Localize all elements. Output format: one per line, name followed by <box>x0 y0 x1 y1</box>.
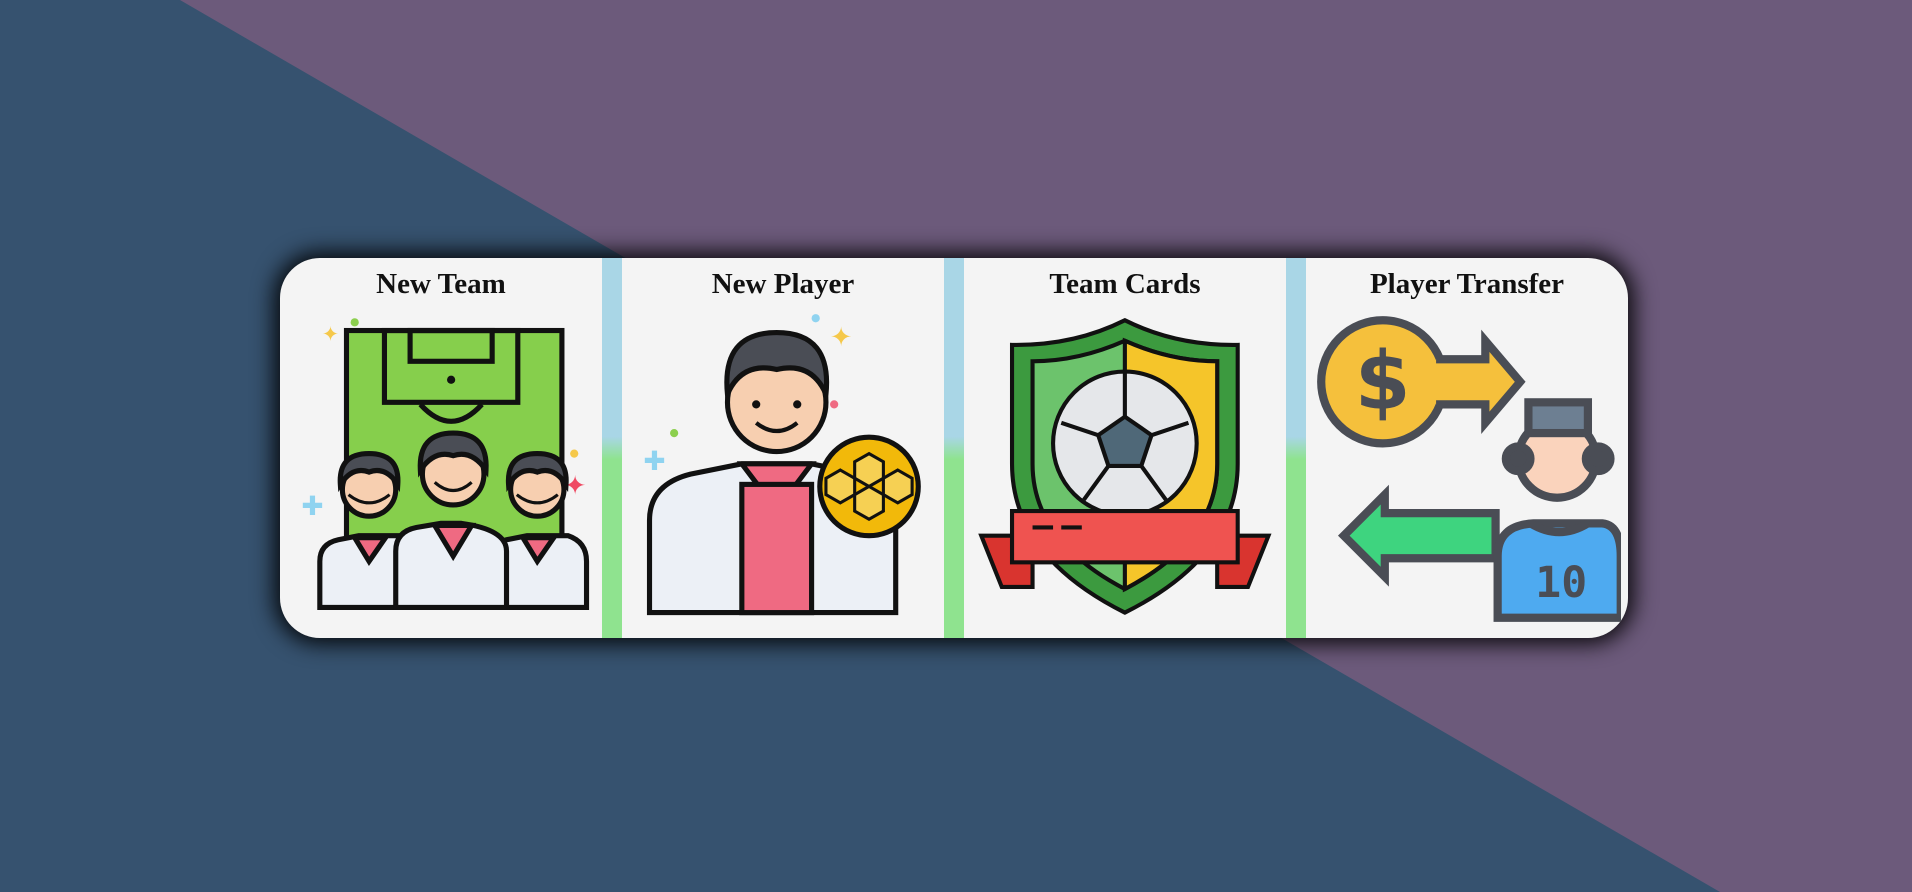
badge-icon <box>978 317 1272 615</box>
card-title: New Team <box>376 268 506 300</box>
new-player-card[interactable]: New Player ✚ ✦ ✦ <box>622 258 944 638</box>
transfer-icon: $ 10 <box>1317 316 1621 622</box>
team-icon: ✦ ✚ ✦ <box>301 318 590 611</box>
svg-text:✚: ✚ <box>301 491 323 521</box>
card-divider <box>944 258 964 638</box>
card-divider <box>1286 258 1306 638</box>
card-title: Player Transfer <box>1369 268 1565 300</box>
player-transfer-card[interactable]: Player Transfer $ 10 <box>1306 258 1628 638</box>
new-team-card[interactable]: New Team ✦ ✚ ✦ <box>280 258 602 638</box>
jersey-number: 10 <box>1535 558 1587 608</box>
player-icon: ✚ ✦ ✦ <box>643 314 921 616</box>
svg-text:✚: ✚ <box>643 446 665 476</box>
card-divider <box>602 258 622 638</box>
svg-text:✦: ✦ <box>830 322 852 352</box>
team-cards-card[interactable]: Team Cards <box>964 258 1286 638</box>
card-title: Team Cards <box>1049 268 1201 300</box>
svg-text:$: $ <box>1355 334 1411 427</box>
card-title: New Player <box>711 268 855 300</box>
svg-text:✦: ✦ <box>322 324 339 346</box>
menu-panel: New Team ✦ ✚ ✦ New Player ✚ ✦ Team Cards… <box>280 258 1628 638</box>
